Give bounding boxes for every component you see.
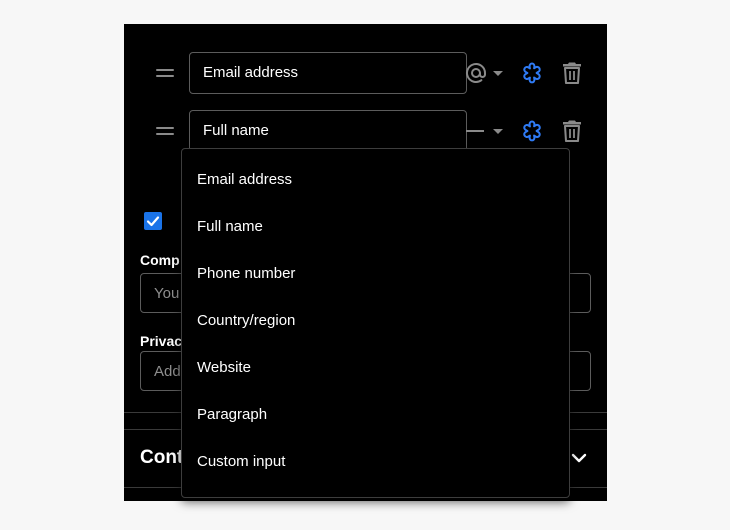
menu-item-phone-number[interactable]: Phone number (182, 250, 569, 297)
privacy-label: Privac (140, 333, 183, 349)
dash-icon[interactable] (464, 119, 488, 143)
required-asterisk-icon[interactable] (520, 119, 544, 143)
menu-item-website[interactable]: Website (182, 344, 569, 391)
section-title[interactable]: Cont (140, 447, 183, 469)
field-row-email: Email address (124, 52, 607, 94)
company-label: Comp (140, 252, 180, 268)
trash-icon[interactable] (561, 61, 583, 85)
menu-item-custom-input[interactable]: Custom input (182, 438, 569, 485)
caret-down-icon[interactable] (492, 128, 504, 136)
field-name-input[interactable]: Email address (189, 52, 467, 94)
field-row-full-name: Full name (124, 110, 607, 152)
menu-item-paragraph[interactable]: Paragraph (182, 391, 569, 438)
consent-checkbox[interactable] (144, 212, 162, 230)
field-type-dropdown-menu: Email address Full name Phone number Cou… (181, 148, 570, 498)
menu-item-full-name[interactable]: Full name (182, 203, 569, 250)
trash-icon[interactable] (561, 119, 583, 143)
chevron-down-icon[interactable] (571, 452, 587, 464)
at-icon[interactable] (464, 61, 488, 85)
menu-item-email-address[interactable]: Email address (182, 156, 569, 203)
field-name-input[interactable]: Full name (189, 110, 467, 152)
check-icon (146, 216, 160, 227)
drag-handle-icon[interactable] (156, 127, 174, 136)
required-asterisk-icon[interactable] (520, 61, 544, 85)
caret-down-icon[interactable] (492, 70, 504, 78)
drag-handle-icon[interactable] (156, 69, 174, 78)
menu-item-country-region[interactable]: Country/region (182, 297, 569, 344)
